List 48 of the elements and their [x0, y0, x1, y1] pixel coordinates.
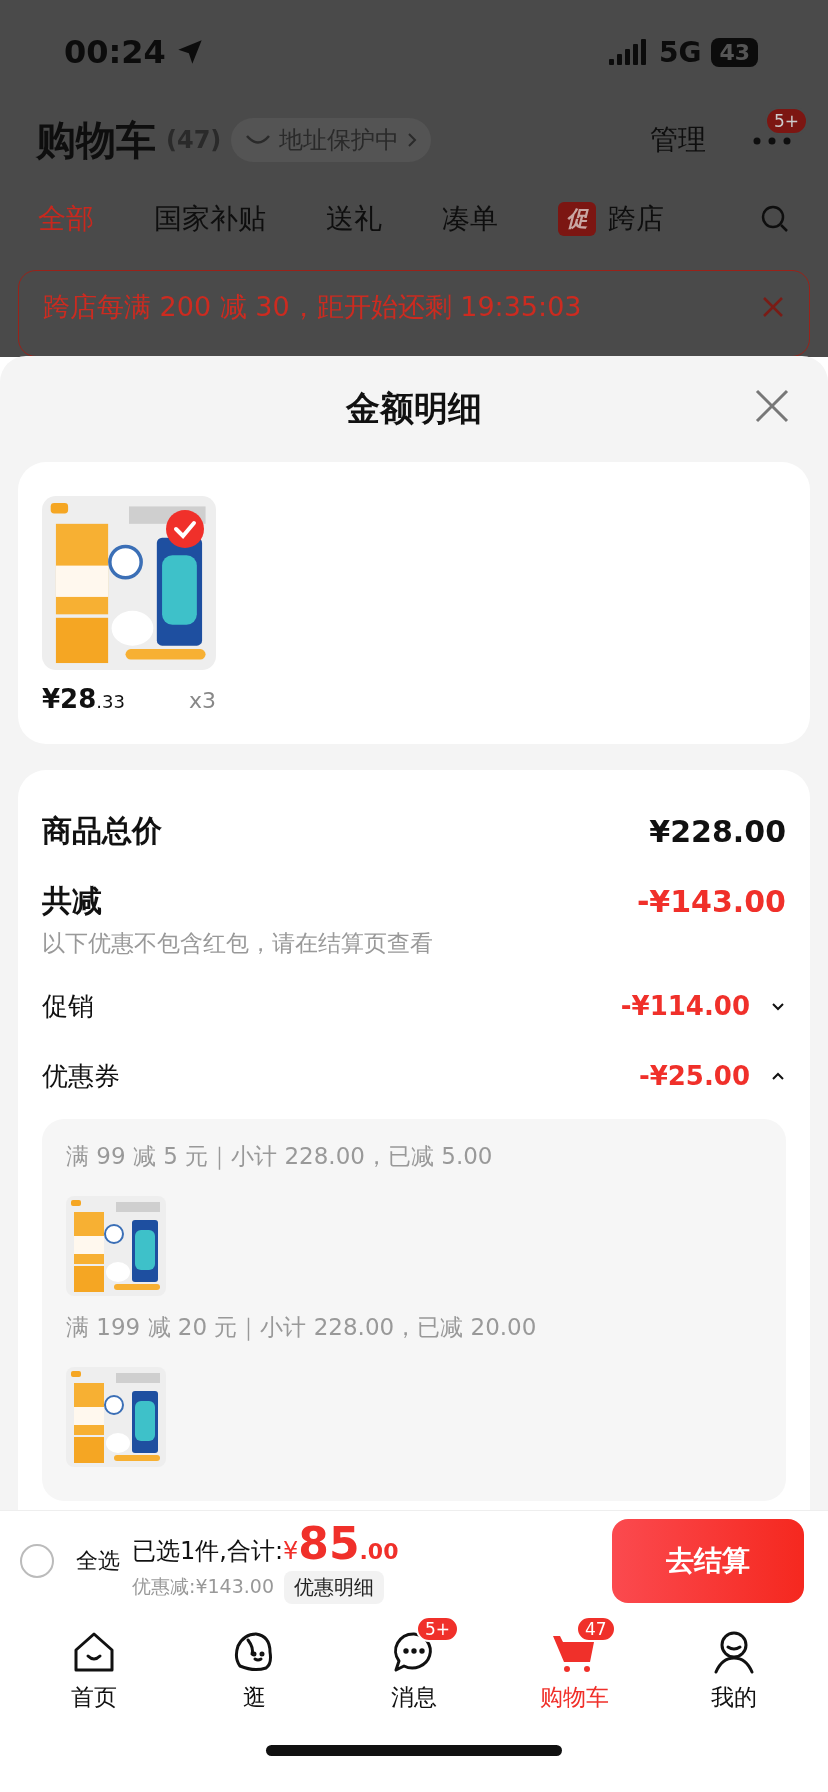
- promo-text: 跨店每满 200 减 30，距开始还剩 19:35:03: [43, 289, 582, 324]
- discount-total: 优惠减:¥143.00: [132, 1574, 274, 1599]
- chevron-right-icon: [407, 132, 418, 149]
- count-badge: 5+: [416, 1616, 460, 1642]
- status-time: 00:24: [64, 33, 166, 72]
- page-title: 购物车: [36, 115, 156, 165]
- discount-details-button[interactable]: 优惠明细: [284, 1570, 384, 1604]
- caret-down-icon[interactable]: [770, 1000, 786, 1012]
- nav-tab[interactable]: 我的: [674, 1612, 794, 1726]
- more-icon[interactable]: [752, 135, 792, 146]
- summary-amount: ¥228.00: [649, 813, 786, 849]
- coupon-rule: 满 99 减 5 元｜小计 228.00，已减 5.00: [66, 1142, 494, 1172]
- summary-label: 共减: [42, 881, 102, 920]
- unit-price: ¥28.33: [42, 684, 125, 714]
- summary-label: 促销: [42, 989, 94, 1023]
- filter-tab[interactable]: 国家补贴: [154, 199, 266, 238]
- select-all-radio[interactable]: [20, 1543, 54, 1578]
- select-all-label: 全选: [76, 1546, 120, 1575]
- filter-tab[interactable]: 促 跨店: [558, 199, 664, 238]
- nav-tab[interactable]: 首页: [34, 1612, 154, 1726]
- nav-tab[interactable]: 47 购物车: [514, 1612, 634, 1726]
- filter-tab[interactable]: 送礼: [326, 199, 382, 238]
- signal-icon: [608, 39, 649, 66]
- currency-sign: ¥: [283, 1536, 299, 1565]
- summary-label: 商品总价: [42, 811, 162, 850]
- nav-tab[interactable]: 逛: [194, 1612, 314, 1726]
- promo-badge: 促: [558, 201, 596, 236]
- caret-up-icon[interactable]: [770, 1070, 786, 1082]
- search-icon[interactable]: [760, 203, 790, 234]
- manage-button[interactable]: 管理: [650, 121, 706, 160]
- battery-indicator: 43: [711, 37, 758, 67]
- checkout-button[interactable]: 去结算: [612, 1518, 804, 1603]
- notification-badge: 5+: [764, 106, 808, 135]
- network-label: 5G: [658, 35, 702, 69]
- summary-amount: -¥25.00: [638, 1061, 750, 1091]
- filter-tab[interactable]: 凑单: [442, 199, 498, 238]
- quantity: x3: [188, 688, 216, 713]
- sheet-title: 金额明细: [346, 387, 482, 430]
- summary-note: 以下优惠不包含红包，请在结算页查看: [42, 929, 434, 958]
- summary-amount: -¥114.00: [620, 991, 750, 1021]
- summary-label: 优惠券: [42, 1059, 120, 1093]
- close-icon[interactable]: [761, 294, 785, 319]
- total-amount: 85.00: [298, 1517, 399, 1569]
- summary-amount: -¥143.00: [636, 883, 786, 919]
- count-badge: 47: [576, 1616, 616, 1642]
- nav-tab[interactable]: 5+ 消息: [354, 1612, 474, 1726]
- selected-summary: 已选1件,合计:: [132, 1535, 283, 1567]
- coupon-rule: 满 199 减 20 元｜小计 228.00，已减 20.00: [66, 1313, 538, 1343]
